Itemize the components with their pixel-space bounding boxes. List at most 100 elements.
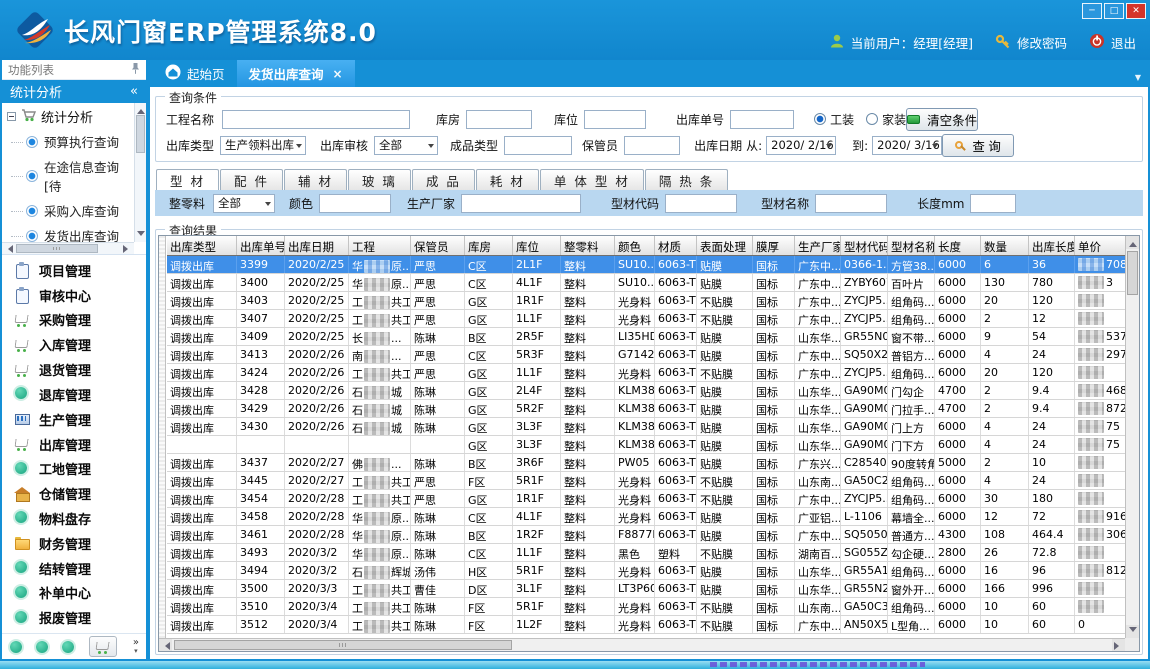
project-name-input[interactable] (222, 110, 410, 129)
column-header[interactable]: 长度 (935, 236, 981, 255)
change-password-link[interactable]: 修改密码 (1017, 33, 1067, 52)
table-row[interactable]: 调拨出库 3510 2020/3/4 工共工程 陈琳 F区 5R1F 整料 光身 (167, 598, 1125, 616)
sidebar-menu-item[interactable]: 报废管理 (14, 608, 146, 627)
maximize-button[interactable]: □ (1104, 3, 1124, 19)
sidebar-menu-item[interactable]: 结转管理 (14, 559, 146, 578)
vertical-scroll-thumb[interactable] (1127, 251, 1138, 295)
tree-item[interactable]: 预算执行查询 (2, 129, 134, 154)
table-row[interactable]: 调拨出库 3430 2020/2/26 石城 陈琳 G区 3L3F 整料 KLM (167, 418, 1125, 436)
clear-conditions-button[interactable]: 清空条件 (906, 108, 978, 131)
sidebar-menu-item[interactable]: 项目管理 (14, 261, 146, 280)
sidebar-menu-item[interactable]: 审核中心 (14, 286, 146, 305)
sidebar-menu-item[interactable]: 财务管理 (14, 534, 146, 553)
close-tab-icon[interactable]: × (333, 67, 343, 81)
column-header[interactable]: 材质 (655, 236, 697, 255)
table-row[interactable]: 调拨出库 3407 2020/2/25 工共工程 严思 G区 1L1F 整料 光 (167, 310, 1125, 328)
profile-name-input[interactable] (815, 194, 887, 213)
table-row[interactable]: 调拨出库 3429 2020/2/26 石城 陈琳 G区 5R2F 整料 KLM (167, 400, 1125, 418)
logout-link[interactable]: 退出 (1111, 33, 1136, 52)
whole-part-select[interactable]: 全部 (213, 194, 275, 213)
keeper-input[interactable] (624, 136, 680, 155)
sidebar-menu-item[interactable]: 退货管理 (14, 360, 146, 379)
table-row[interactable]: 调拨出库 3413 2020/2/26 南... 严思 C区 5R3F 整料 G (167, 346, 1125, 364)
tree-horizontal-scrollbar[interactable] (2, 242, 134, 254)
column-header[interactable]: 出库类型 (167, 236, 237, 255)
circle-icon[interactable] (35, 640, 49, 654)
radio-jiazhuang[interactable] (866, 113, 878, 125)
sidebar-menu-item[interactable]: 工地管理 (14, 459, 146, 478)
order-no-input[interactable] (730, 110, 794, 129)
tree-root-statistics[interactable]: 统计分析 (2, 103, 134, 129)
column-header[interactable]: 膜厚 (753, 236, 795, 255)
table-row[interactable]: 调拨出库 3409 2020/2/25 长... 陈琳 B区 2R5F 整料 L (167, 328, 1125, 346)
column-header[interactable]: 型材名称 (888, 236, 935, 255)
sidebar-menu-item[interactable]: 生产管理 (14, 410, 146, 429)
date-from-select[interactable]: 2020/ 2/16 (766, 136, 836, 155)
sidebar-section-statistics[interactable]: 统计分析 « (2, 80, 146, 103)
cart-button[interactable] (89, 636, 117, 657)
material-tab[interactable]: 成 品 (412, 169, 475, 190)
table-row[interactable]: 调拨出库 3512 2020/3/4 工共工程 陈琳 F区 1L2F 整料 光身 (167, 616, 1125, 634)
pin-icon[interactable] (131, 62, 140, 77)
overflow-chevron[interactable]: » ▾ (133, 639, 139, 655)
column-header[interactable]: 出库长度 (1029, 236, 1075, 255)
table-row[interactable]: 调拨出库 3400 2020/2/25 华原... 严思 C区 4L1F 整料 (167, 274, 1125, 292)
table-row[interactable]: 调拨出库 3500 2020/3/3 工共工程 曹佳 D区 3L1F 整料 LT (167, 580, 1125, 598)
sidebar-menu-item[interactable]: 物料盘存 (14, 509, 146, 528)
horizontal-scroll-thumb[interactable] (174, 640, 512, 650)
table-row[interactable]: 调拨出库 3424 2020/2/26 工共工程 严思 G区 1L1F 整料 光 (167, 364, 1125, 382)
location-input[interactable] (584, 110, 646, 129)
search-button[interactable]: 查 询 (942, 134, 1014, 157)
table-row[interactable]: 调拨出库 3403 2020/2/25 工共工程 严思 G区 1R1F 整料 光 (167, 292, 1125, 310)
material-tab[interactable]: 型 材 (156, 169, 219, 190)
sidebar-menu-item[interactable]: 入库管理 (14, 335, 146, 354)
audit-select[interactable]: 全部 (374, 136, 438, 155)
minimize-button[interactable]: ─ (1082, 3, 1102, 19)
sidebar-menu-item[interactable]: 补单中心 (14, 583, 146, 602)
collapse-icon[interactable]: « (130, 84, 138, 99)
table-row[interactable]: 调拨出库 3454 2020/2/28 工共工程 严思 G区 1R1F 整料 光 (167, 490, 1125, 508)
table-row[interactable]: 调拨出库 3428 2020/2/26 石城 陈琳 G区 2L4F 整料 KLM (167, 382, 1125, 400)
tab-list-dropdown-icon[interactable]: ▼ (1135, 73, 1141, 82)
table-row[interactable]: 调拨出库 3461 2020/2/28 华原... 陈琳 B区 1R2F 整料 (167, 526, 1125, 544)
color-input[interactable] (319, 194, 391, 213)
warehouse-input[interactable] (466, 110, 532, 129)
column-header[interactable]: 生产厂家 (795, 236, 841, 255)
column-header[interactable]: 型材代码 (841, 236, 888, 255)
radio-gongzhuang[interactable] (814, 113, 826, 125)
profile-code-input[interactable] (665, 194, 737, 213)
table-row[interactable]: 调拨出库 3493 2020/3/2 华原... 陈琳 C区 1L1F 整料 黑 (167, 544, 1125, 562)
manufacturer-input[interactable] (461, 194, 581, 213)
circle-icon[interactable] (9, 640, 23, 654)
column-header[interactable]: 数量 (981, 236, 1029, 255)
material-tab[interactable]: 单 体 型 材 (540, 169, 644, 190)
column-header[interactable]: 单价 (1075, 236, 1125, 255)
close-button[interactable]: ✕ (1126, 3, 1146, 19)
sidebar-menu-item[interactable]: 仓储管理 (14, 484, 146, 503)
product-type-input[interactable] (504, 136, 572, 155)
table-row[interactable]: 调拨出库 3494 2020/3/2 石辉城 汤伟 H区 5R1F 整料 光身料 (167, 562, 1125, 580)
sidebar-menu-item[interactable]: 出库管理 (14, 435, 146, 454)
tree-item[interactable]: 采购入库查询 (2, 198, 134, 223)
table-row[interactable]: 调拨出库 3399 2020/2/25 华原... 严思 C区 2L1F 整料 (167, 256, 1125, 274)
column-header[interactable]: 库位 (513, 236, 561, 255)
material-tab[interactable]: 辅 材 (284, 169, 347, 190)
column-header[interactable]: 出库单号 (237, 236, 285, 255)
material-tab[interactable]: 配 件 (220, 169, 283, 190)
column-header[interactable]: 颜色 (615, 236, 655, 255)
circle-icon[interactable] (61, 640, 75, 654)
sidebar-menu-item[interactable]: 退库管理 (14, 385, 146, 404)
column-header[interactable]: 保管员 (411, 236, 465, 255)
date-to-select[interactable]: 2020/ 3/16 (872, 136, 942, 155)
tab-home[interactable]: 起始页 (153, 60, 237, 87)
table-row[interactable]: 调拨出库 3458 2020/2/28 华原... 陈琳 C区 4L1F 整料 (167, 508, 1125, 526)
tree-item[interactable]: 发货出库查询 (2, 223, 134, 242)
tree-item[interactable]: 在途信息查询[待 (2, 154, 134, 198)
table-row[interactable]: G区 3L3F 整料 KLM3817 6063-T5 贴膜 国标 山东华... (167, 436, 1125, 454)
expander-icon[interactable] (7, 112, 16, 121)
tree-vertical-scrollbar[interactable] (134, 103, 146, 242)
length-input[interactable] (970, 194, 1016, 213)
material-tab[interactable]: 隔 热 条 (645, 169, 728, 190)
column-header[interactable]: 工程 (349, 236, 411, 255)
column-header[interactable]: 整零料 (561, 236, 615, 255)
